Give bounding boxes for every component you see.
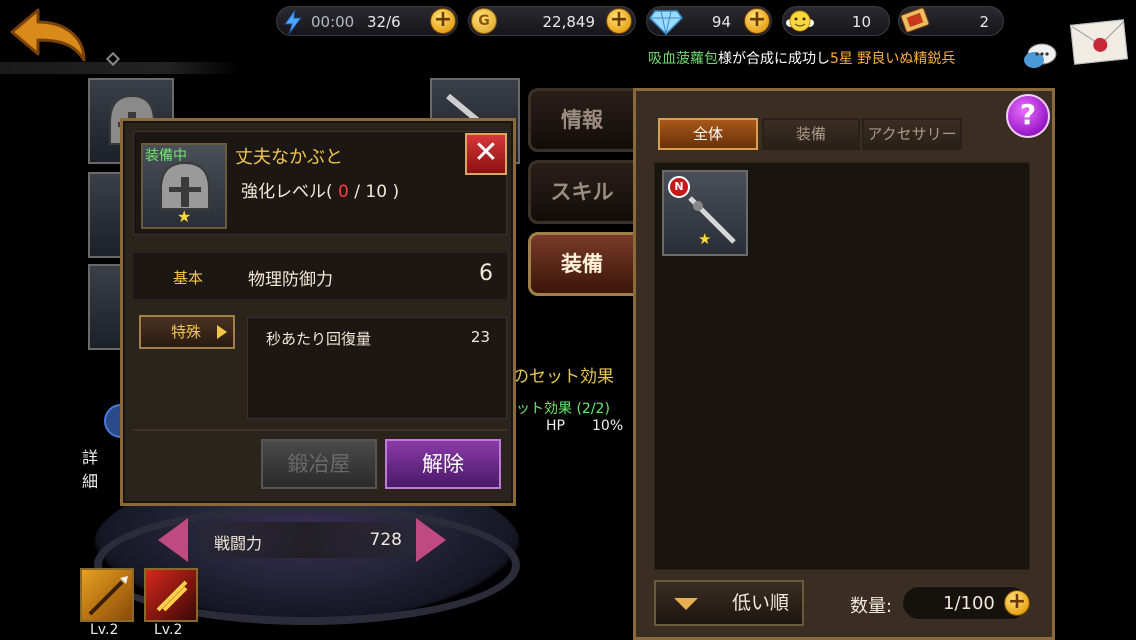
set-effect-hp-value: 10% (592, 418, 624, 434)
help-button[interactable]: ? (1006, 94, 1050, 138)
set-effect-title: のセット効果 (512, 367, 614, 387)
close-icon: ✕ (473, 135, 499, 170)
skill-slot-2[interactable] (144, 568, 198, 622)
diamond-icon (649, 9, 683, 39)
sort-arrow-icon (674, 598, 698, 610)
combat-power-bar: 戦闘力 728 (196, 522, 416, 558)
tab-info[interactable]: 情報 (528, 88, 636, 152)
enhance-current: 0 (338, 182, 349, 202)
sort-label: 低い順 (732, 592, 790, 614)
skill-2-level: Lv.2 (154, 622, 183, 638)
top-strip (0, 62, 240, 74)
system-notice: 吸血菠蘿包様が合成に成功し5星 野良いぬ精鋭兵 (648, 48, 955, 68)
next-character-arrow-icon[interactable] (416, 518, 446, 562)
spear-icon (86, 574, 130, 622)
add-gem-button[interactable]: + (744, 8, 770, 34)
play-arrow-icon (217, 325, 227, 339)
dialog-divider (133, 429, 507, 431)
friend-point-resource: 10 (782, 6, 890, 36)
skill-1-level: Lv.2 (90, 622, 119, 638)
enhance-prefix: 強化レベル( (241, 182, 333, 202)
back-button[interactable] (4, 2, 90, 68)
prev-character-arrow-icon[interactable] (158, 518, 188, 562)
gold-coin-icon: G (471, 8, 497, 34)
unequip-button[interactable]: 解除 (385, 439, 501, 489)
item-name: 丈夫なかぶと (235, 147, 343, 168)
filter-tab-accessory[interactable]: アクセサリー (862, 118, 962, 150)
special-label: 特殊 (171, 323, 202, 341)
ticket-resource: 2 (898, 6, 1004, 36)
basic-stat-value: 6 (479, 261, 493, 286)
quantity-label: 数量: (850, 596, 893, 617)
enhance-level: 強化レベル( 0 / 10 ) (241, 177, 399, 202)
chat-icon[interactable] (1022, 42, 1058, 72)
basic-stat-row: 基本 物理防御力 6 (133, 253, 507, 299)
new-badge: N (668, 176, 690, 198)
star-icon: ★ (698, 230, 712, 248)
basic-stat-name: 物理防御力 (248, 270, 333, 290)
equipped-tag: 装備中 (145, 148, 187, 164)
fire-slash-icon (152, 576, 192, 620)
expand-inventory-button[interactable]: + (1004, 590, 1030, 616)
skill-slot-1[interactable] (80, 568, 134, 622)
set-effect-count: ット効果 (2/2) (516, 401, 610, 417)
ticket-amount: 2 (979, 13, 989, 31)
tab-skill[interactable]: スキル (528, 160, 636, 224)
combat-power-label: 戦闘力 (214, 534, 263, 553)
details-label: 詳細 (82, 448, 99, 491)
special-stat-value: 23 (470, 328, 490, 346)
gold-amount: 22,849 (542, 13, 596, 31)
forge-button[interactable]: 鍛冶屋 (261, 439, 377, 489)
gem-amount: 94 (711, 13, 731, 31)
sort-button[interactable]: 低い順 (654, 580, 804, 626)
friend-point-amount: 10 (851, 13, 871, 31)
special-stat-box: 秒あたり回復量 23 (247, 317, 507, 419)
energy-count: 32/6 (367, 13, 401, 31)
ticket-icon (899, 5, 931, 39)
enhance-max: / 10 ) (354, 182, 400, 202)
special-button[interactable]: 特殊 (139, 315, 235, 349)
basic-label: 基本 (173, 269, 204, 287)
close-button[interactable]: ✕ (465, 133, 507, 175)
item-detail-dialog: ★ 装備中 丈夫なかぶと 強化レベル( 0 / 10 ) ✕ 基本 物理防御力 … (120, 118, 516, 506)
special-stat-name: 秒あたり回復量 (266, 330, 372, 348)
lightning-icon (281, 9, 305, 39)
add-gold-button[interactable]: + (606, 8, 632, 34)
filter-tab-equipment[interactable]: 装備 (762, 118, 860, 150)
mail-icon[interactable] (1070, 19, 1128, 65)
notice-player: 吸血菠蘿包 (648, 51, 718, 67)
inventory-item[interactable]: N ★ (662, 170, 748, 256)
notice-middle: 様が合成に成功し (718, 51, 830, 67)
angel-face-icon (785, 7, 815, 39)
energy-timer: 00:00 (311, 13, 355, 31)
set-effect-hp-label: HP (546, 418, 565, 434)
quantity-value: 1/100 (943, 593, 995, 614)
star-icon: ★ (177, 207, 192, 226)
filter-tab-all[interactable]: 全体 (658, 118, 758, 150)
add-energy-button[interactable]: + (430, 8, 456, 34)
notice-result: 5星 野良いぬ精鋭兵 (830, 51, 956, 67)
tab-equipment[interactable]: 装備 (528, 232, 636, 296)
combat-power-value: 728 (369, 530, 402, 550)
